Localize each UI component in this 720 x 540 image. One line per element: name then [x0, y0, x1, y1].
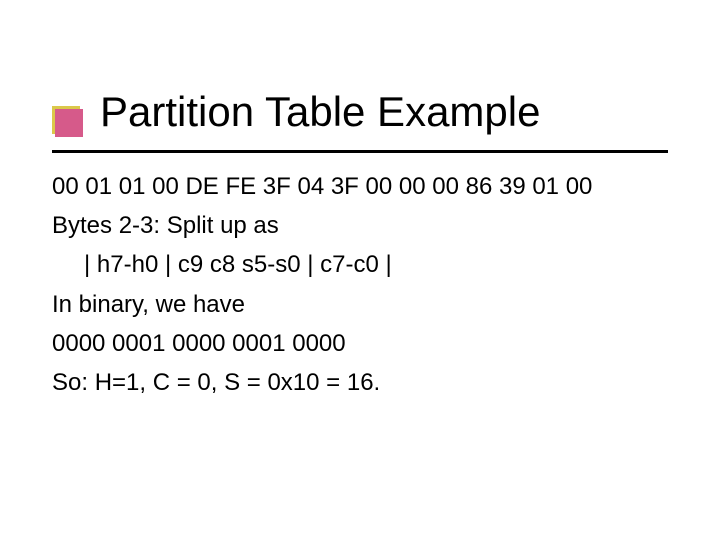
bytes-split-intro: Bytes 2-3: Split up as [52, 207, 672, 244]
title-underline [52, 150, 668, 153]
binary-bits-line: 0000 0001 0000 0001 0000 [52, 325, 672, 362]
slide-body: 00 01 01 00 DE FE 3F 04 3F 00 00 00 86 3… [52, 168, 672, 403]
bit-layout-line: | h7-h0 | c9 c8 s5-s0 | c7-c0 | [52, 246, 672, 283]
slide-title: Partition Table Example [100, 88, 540, 136]
result-line: So: H=1, C = 0, S = 0x10 = 16. [52, 364, 672, 401]
hex-bytes-line: 00 01 01 00 DE FE 3F 04 3F 00 00 00 86 3… [52, 168, 672, 205]
binary-intro-line: In binary, we have [52, 286, 672, 323]
slide: Partition Table Example 00 01 01 00 DE F… [0, 0, 720, 540]
title-wrap: Partition Table Example [100, 88, 540, 136]
title-bullet-accent [52, 106, 80, 134]
